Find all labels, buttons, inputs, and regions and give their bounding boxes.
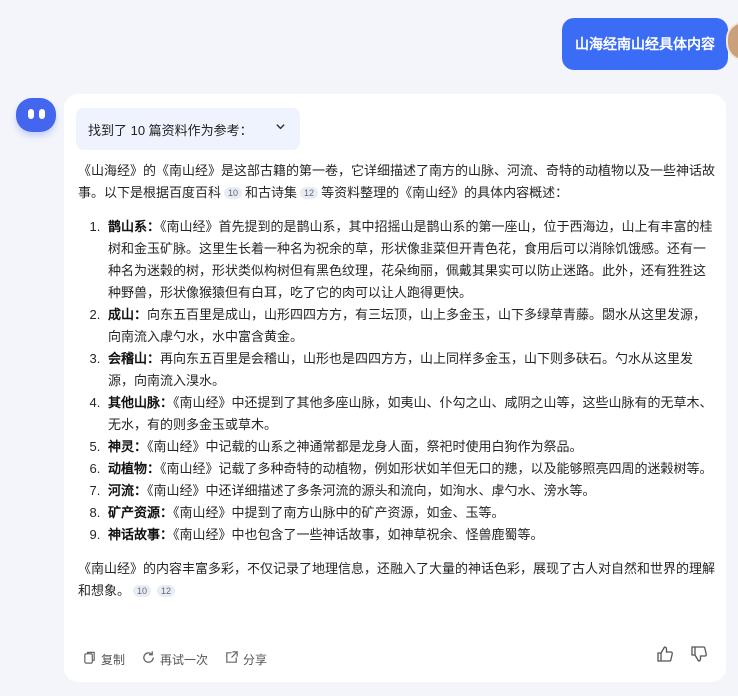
list-item: 河流：《南山经》中还详细描述了多条河流的源头和流向，如洵水、虖勺水、滂水等。 — [104, 480, 716, 502]
list-item-text: 《南山经》中也包含了一些神话故事，如神草祝余、怪兽鹿蜀等。 — [173, 527, 544, 542]
feedback-buttons — [656, 645, 708, 668]
list-item-text: 《南山经》首先提到的是鹊山系，其中招摇山是鹊山系的第一座山，位于西海边，山上有丰… — [108, 219, 713, 300]
citation-badge[interactable]: 12 — [157, 585, 176, 597]
user-message-row: 山海经南山经具体内容 — [0, 18, 738, 74]
list-item-title: 鹊山系： — [108, 219, 161, 234]
list-item: 鹊山系：《南山经》首先提到的是鹊山系，其中招摇山是鹊山系的第一座山，位于西海边，… — [104, 216, 716, 304]
list-item: 会稽山：再向东五百里是会稽山，山形也是四四方方，山上同样多金玉，山下则多砆石。勺… — [104, 348, 716, 392]
response-content: 《山海经》的《南山经》是这部古籍的第一卷，它详细描述了南方的山脉、河流、奇特的动… — [78, 160, 716, 602]
conclusion-paragraph: 《南山经》的内容丰富多彩，不仅记录了地理信息，还融入了大量的神话色彩，展现了古人… — [78, 558, 716, 602]
list-item-title: 矿产资源： — [108, 505, 174, 520]
list-item-title: 河流： — [108, 483, 148, 498]
user-message-bubble: 山海经南山经具体内容 — [562, 18, 728, 70]
list-item-text: 《南山经》记载了多种奇特的动植物，例如形状如羊但无口的䍺，以及能够照亮四周的迷榖… — [160, 461, 713, 476]
list-item: 动植物：《南山经》记载了多种奇特的动植物，例如形状如羊但无口的䍺，以及能够照亮四… — [104, 458, 716, 480]
retry-icon — [141, 650, 156, 668]
citation-badge[interactable]: 10 — [133, 585, 152, 597]
list-item-title: 神话故事： — [108, 527, 174, 542]
citation-badge[interactable]: 10 — [224, 187, 243, 199]
references-label: 找到了 10 篇资料作为参考： — [88, 122, 253, 138]
list-item-text: 《南山经》中记载的山系之神通常都是龙身人面，祭祀时使用白狗作为祭品。 — [147, 439, 583, 454]
copy-icon — [82, 650, 97, 668]
bot-eye-right — [39, 109, 45, 119]
share-label: 分享 — [243, 652, 268, 667]
retry-label: 再试一次 — [160, 652, 209, 667]
intro-paragraph: 《山海经》的《南山经》是这部古籍的第一卷，它详细描述了南方的山脉、河流、奇特的动… — [78, 160, 716, 204]
list-item-title: 动植物： — [108, 461, 161, 476]
list-item-title: 会稽山： — [108, 351, 161, 366]
list-item: 矿产资源：《南山经》中提到了南方山脉中的矿产资源，如金、玉等。 — [104, 502, 716, 524]
list-item: 成山：向东五百里是成山，山形四四方方，有三坛顶，山上多金玉，山下多绿草青藤。閟水… — [104, 304, 716, 348]
content-list: 鹊山系：《南山经》首先提到的是鹊山系，其中招摇山是鹊山系的第一座山，位于西海边，… — [78, 216, 716, 546]
intro-text-3: 等资料整理的《南山经》的具体内容概述： — [321, 185, 569, 200]
list-item: 神灵：《南山经》中记载的山系之神通常都是龙身人面，祭祀时使用白狗作为祭品。 — [104, 436, 716, 458]
thumbs-up-icon[interactable] — [656, 645, 674, 668]
share-button[interactable]: 分享 — [224, 650, 267, 668]
list-item: 神话故事：《南山经》中也包含了一些神话故事，如神草祝余、怪兽鹿蜀等。 — [104, 524, 716, 546]
bot-eye-left — [28, 109, 34, 119]
references-dropdown[interactable]: 找到了 10 篇资料作为参考： — [76, 108, 300, 150]
list-item-title: 其他山脉： — [108, 395, 174, 410]
list-item-title: 神灵： — [108, 439, 148, 454]
thumbs-down-icon[interactable] — [690, 645, 708, 668]
bot-response-card: 找到了 10 篇资料作为参考： 《山海经》的《南山经》是这部古籍的第一卷，它详细… — [64, 94, 726, 682]
list-item-title: 成山： — [108, 307, 148, 322]
list-item-text: 《南山经》中还详细描述了多条河流的源头和流向，如洵水、虖勺水、滂水等。 — [147, 483, 596, 498]
copy-button[interactable]: 复制 — [82, 650, 125, 668]
intro-text-2: 和古诗集 — [245, 185, 298, 200]
copy-label: 复制 — [101, 652, 126, 667]
bot-avatar — [16, 98, 56, 132]
chevron-down-icon — [275, 121, 286, 135]
response-actions: 复制 再试一次 分享 — [82, 650, 267, 668]
list-item-text: 向东五百里是成山，山形四四方方，有三坛顶，山上多金玉，山下多绿草青藤。閟水从这里… — [108, 307, 707, 344]
citation-badge[interactable]: 12 — [300, 187, 319, 199]
share-icon — [224, 650, 239, 668]
retry-button[interactable]: 再试一次 — [141, 650, 208, 668]
list-item: 其他山脉：《南山经》中还提到了其他多座山脉，如夷山、仆勾之山、咸阴之山等，这些山… — [104, 392, 716, 436]
list-item-text: 再向东五百里是会稽山，山形也是四四方方，山上同样多金玉，山下则多砆石。勺水从这里… — [108, 351, 694, 388]
list-item-text: 《南山经》中还提到了其他多座山脉，如夷山、仆勾之山、咸阴之山等，这些山脉有的无草… — [108, 395, 713, 432]
list-item-text: 《南山经》中提到了南方山脉中的矿产资源，如金、玉等。 — [173, 505, 505, 520]
